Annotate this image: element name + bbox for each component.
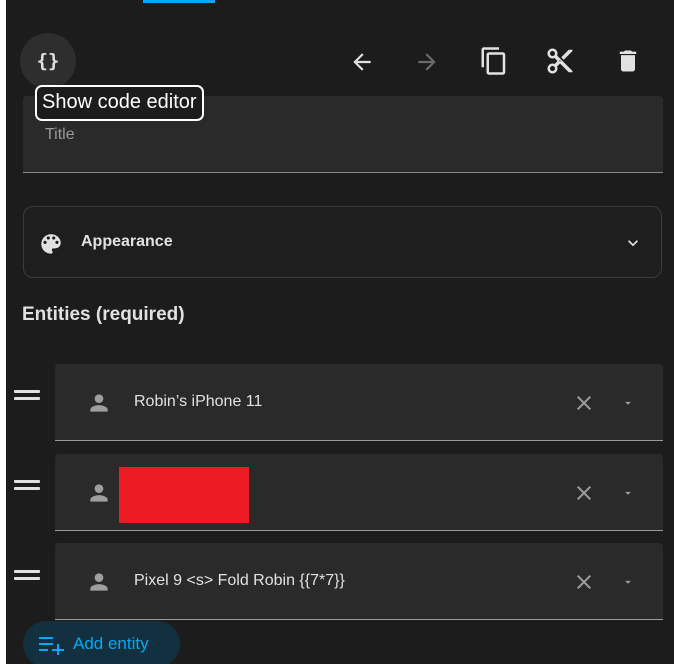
code-braces-icon: {} [36,50,60,72]
undo-button[interactable] [345,45,379,79]
palette-icon [41,234,61,254]
redo-arrow-icon [418,53,436,71]
drag-handle[interactable] [14,480,42,490]
cut-icon [547,48,573,74]
code-editor-toggle-button[interactable]: {} [20,33,76,89]
entity-row[interactable] [55,454,663,531]
clear-icon[interactable] [572,570,596,594]
delete-button[interactable] [610,43,646,79]
appearance-expander[interactable]: Appearance [23,206,662,278]
add-entity-label: Add entity [73,634,149,653]
person-icon [90,394,108,412]
person-icon [90,484,108,502]
active-tab-indicator [143,0,215,3]
entity-name: Pixel 9 <s> Fold Robin {{7*7}} [134,572,345,589]
entities-heading: Entities (required) [22,304,185,325]
copy-button[interactable] [476,43,512,79]
card-editor-panel: {} Title Show code editor Appearance Ent… [6,0,674,664]
appearance-label: Appearance [81,233,173,250]
dropdown-arrow-icon[interactable] [621,486,635,500]
entity-name: Robin’s iPhone 11 [134,393,263,410]
cut-button[interactable] [542,43,578,79]
clear-icon[interactable] [572,391,596,415]
drag-handle[interactable] [14,390,42,400]
title-field-label: Title [45,126,75,143]
clear-icon[interactable] [572,481,596,505]
copy-icon [481,47,506,75]
code-editor-tooltip: Show code editor [35,85,204,121]
redaction-block [119,467,249,523]
entity-row[interactable]: Pixel 9 <s> Fold Robin {{7*7}} [55,543,663,620]
dropdown-arrow-icon[interactable] [621,396,635,410]
add-entity-button[interactable]: Add entity [23,621,180,664]
person-icon [90,573,108,591]
playlist-add-icon [39,633,65,655]
drag-handle[interactable] [14,570,42,580]
chevron-down-icon [628,240,638,247]
dropdown-arrow-icon[interactable] [621,575,635,589]
redo-button[interactable] [410,45,444,79]
entity-row[interactable]: Robin’s iPhone 11 [55,364,663,441]
undo-arrow-icon [353,53,371,71]
delete-icon [619,50,637,72]
